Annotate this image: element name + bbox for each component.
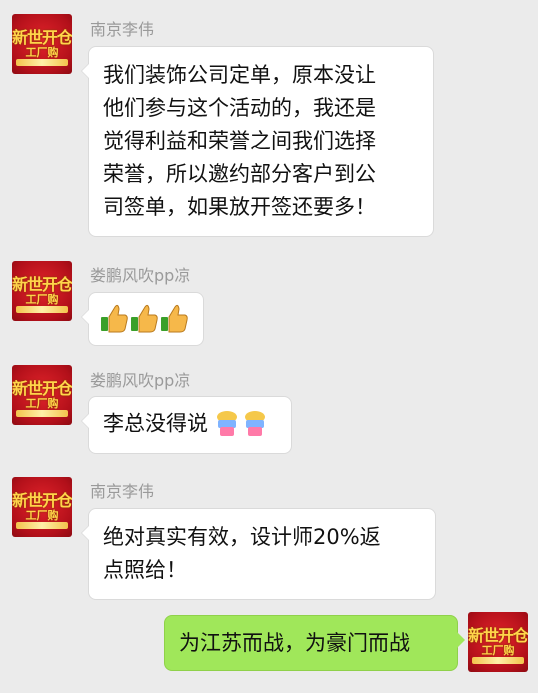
thumbs-up-icon xyxy=(101,304,128,333)
avatar[interactable]: 新世开仓 工厂购 xyxy=(12,14,72,74)
message-line: 荣誉，所以邀约部分客户到公 xyxy=(103,162,376,186)
avatar-ribbon xyxy=(16,410,68,417)
avatar[interactable]: 新世开仓 工厂购 xyxy=(12,365,72,425)
message-line: 绝对真实有效，设计师20%返 xyxy=(103,525,381,549)
message-line: 觉得利益和荣誉之间我们选择 xyxy=(103,129,376,153)
message-text: 为江苏而战，为豪门而战 xyxy=(179,631,410,655)
sender-name: 南京李伟 xyxy=(90,20,155,39)
sender-name: 南京李伟 xyxy=(90,482,155,501)
sender-name: 娄鹏风吹pp凉 xyxy=(90,371,191,390)
avatar[interactable]: 新世开仓 工厂购 xyxy=(12,261,72,321)
thumbs-up-icon xyxy=(131,304,158,333)
message-bubble-outgoing[interactable]: 为江苏而战，为豪门而战 xyxy=(164,615,465,671)
message-line: 司签单，如果放开签还要多！ xyxy=(103,195,376,219)
thumbs-up-icon xyxy=(161,304,188,333)
message-line: 点照给！ xyxy=(103,558,187,582)
message-bubble[interactable]: 李总没得说 xyxy=(81,396,292,454)
avatar-logo-subtext: 工厂购 xyxy=(25,397,59,410)
self-avatar[interactable]: 新世开仓 工厂购 xyxy=(468,612,528,672)
avatar-ribbon xyxy=(16,306,68,313)
avatar[interactable]: 新世开仓 工厂购 xyxy=(12,477,72,537)
bow-emoji-group xyxy=(216,411,265,436)
avatar-ribbon xyxy=(16,522,68,529)
avatar-logo-subtext: 工厂购 xyxy=(481,644,515,657)
message-bubble[interactable]: 我们装饰公司定单，原本没让 他们参与这个活动的，我还是 觉得利益和荣誉之间我们选… xyxy=(81,46,434,237)
thumbs-up-emoji-group xyxy=(101,304,188,333)
bow-icon xyxy=(244,411,265,436)
avatar-logo-subtext: 工厂购 xyxy=(25,46,59,59)
bow-icon xyxy=(216,411,237,436)
avatar-ribbon xyxy=(16,59,68,66)
message-text: 李总没得说 xyxy=(103,411,208,436)
avatar-ribbon xyxy=(472,657,524,664)
message-line: 我们装饰公司定单，原本没让 xyxy=(103,63,376,87)
avatar-logo-subtext: 工厂购 xyxy=(25,509,59,522)
chat-window: 新世开仓 工厂购 南京李伟 我们装饰公司定单，原本没让 他们参与这个活动的，我还… xyxy=(0,0,538,693)
avatar-logo-subtext: 工厂购 xyxy=(25,293,59,306)
sender-name: 娄鹏风吹pp凉 xyxy=(90,266,191,285)
message-line: 他们参与这个活动的，我还是 xyxy=(103,96,376,120)
message-bubble[interactable]: 绝对真实有效，设计师20%返 点照给！ xyxy=(81,508,436,600)
message-bubble[interactable] xyxy=(81,292,204,346)
